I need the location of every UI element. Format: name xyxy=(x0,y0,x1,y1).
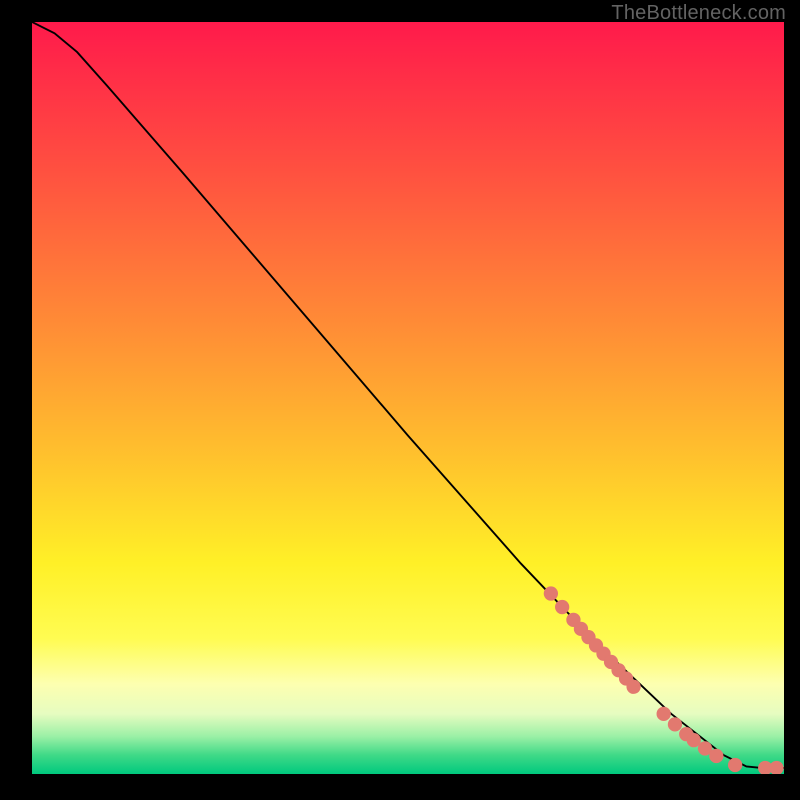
dot xyxy=(657,707,671,721)
chart-svg xyxy=(32,22,784,774)
highlight-dots xyxy=(544,586,784,774)
dot xyxy=(555,600,569,614)
chart-stage: TheBottleneck.com xyxy=(0,0,800,800)
curve-line xyxy=(32,22,784,768)
dot xyxy=(544,586,558,600)
dot xyxy=(668,717,682,731)
dot xyxy=(769,761,783,774)
dot xyxy=(709,749,723,763)
plot-area xyxy=(32,22,784,774)
dot xyxy=(626,680,640,694)
dot xyxy=(728,758,742,772)
